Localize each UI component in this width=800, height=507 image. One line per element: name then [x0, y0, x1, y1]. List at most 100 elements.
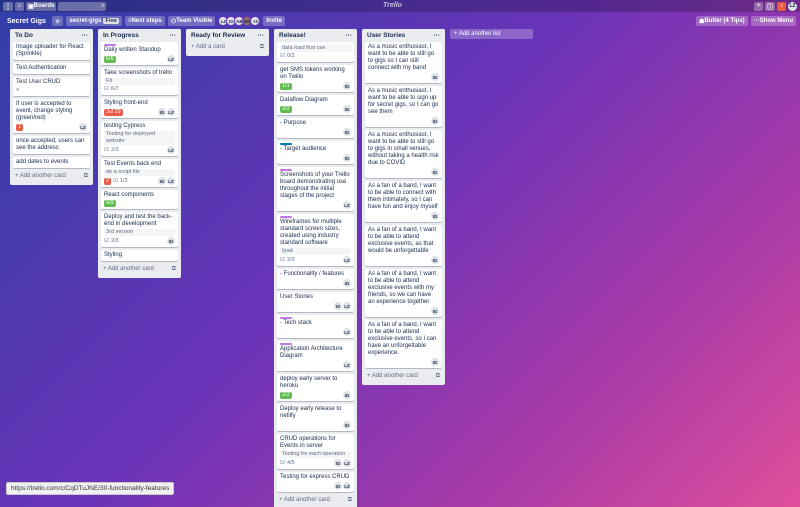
- card-label[interactable]: [280, 169, 292, 171]
- apps-icon[interactable]: ⋮: [3, 1, 13, 11]
- card[interactable]: once accepted, users can see the address: [13, 136, 90, 154]
- star-icon[interactable]: ☆: [51, 16, 64, 26]
- template-icon[interactable]: ⧉: [436, 373, 440, 380]
- card[interactable]: Daily written Standup 6/6 LZ: [101, 42, 178, 65]
- show-menu-button[interactable]: ··· Show Menu: [750, 16, 796, 26]
- avatar[interactable]: IG: [158, 108, 166, 116]
- avatar[interactable]: LZ: [343, 328, 351, 336]
- template-icon[interactable]: ⧉: [260, 44, 264, 51]
- template-icon[interactable]: ⧉: [348, 497, 352, 504]
- avatar[interactable]: IG: [431, 117, 439, 125]
- card[interactable]: React components 9/9: [101, 190, 178, 209]
- avatar[interactable]: LZ: [343, 482, 351, 490]
- card[interactable]: CRUD operations for Events in server Test…: [277, 434, 354, 469]
- trello-logo[interactable]: Trello: [383, 2, 402, 9]
- avatar[interactable]: LZ: [343, 256, 351, 264]
- avatar[interactable]: IG: [431, 212, 439, 220]
- card[interactable]: - Purpose IG: [277, 118, 354, 138]
- card-label[interactable]: [280, 343, 292, 345]
- card-label[interactable]: [280, 143, 292, 145]
- list-header[interactable]: User Stories ···: [365, 31, 442, 42]
- card[interactable]: As a music enthusiast, I want to be able…: [365, 42, 442, 83]
- card[interactable]: Testing for express CRUD IG LZ: [277, 472, 354, 492]
- add-icon[interactable]: +: [753, 1, 763, 11]
- avatar[interactable]: LZ: [343, 302, 351, 310]
- avatar[interactable]: IG: [343, 82, 351, 90]
- card[interactable]: As a fan of a band, I want to be able to…: [365, 269, 442, 317]
- add-card-button[interactable]: + Add another card ⧉: [13, 171, 90, 182]
- search-input[interactable]: ⌕: [58, 1, 107, 11]
- template-icon[interactable]: ⧉: [172, 266, 176, 273]
- avatar[interactable]: IG: [343, 421, 351, 429]
- avatar[interactable]: LZ: [167, 177, 175, 185]
- more-icon[interactable]: ···: [346, 32, 353, 39]
- avatar[interactable]: LZ: [167, 146, 175, 154]
- avatar[interactable]: LZ: [167, 108, 175, 116]
- info-icon[interactable]: ⓘ: [764, 1, 775, 11]
- home-icon[interactable]: ⌂: [15, 1, 24, 11]
- list-header[interactable]: Ready for Review ···: [189, 31, 266, 42]
- visibility-button[interactable]: ⚇ Team Visible: [167, 16, 216, 26]
- bell-icon[interactable]: ♪: [777, 1, 786, 11]
- card[interactable]: Test Events back end do a script file 2 ☑ 1/…: [101, 159, 178, 187]
- card[interactable]: As a fan of a band, I want to be able to…: [365, 181, 442, 222]
- list-title[interactable]: To Do: [15, 32, 33, 39]
- avatar[interactable]: IG: [158, 177, 166, 185]
- card[interactable]: As a fan of a band, I want to be able to…: [365, 320, 442, 368]
- card[interactable]: If user is accepted to event, change sty…: [13, 99, 90, 133]
- card[interactable]: Test User CRUD ≡: [13, 77, 90, 96]
- card[interactable]: As a fan of a band, I want to be able to…: [365, 225, 442, 266]
- add-card-button[interactable]: + Add another card ⧉: [365, 371, 442, 382]
- card[interactable]: Application Architecture Diagram LZ: [277, 341, 354, 371]
- avatar[interactable]: IG: [343, 105, 351, 113]
- avatar[interactable]: LZ: [343, 361, 351, 369]
- card[interactable]: Test Authentication: [13, 63, 90, 74]
- card[interactable]: As a music enthusiast, I want to be able…: [365, 86, 442, 127]
- avatar[interactable]: LZ: [167, 55, 175, 63]
- card[interactable]: Screenshots of your Trello board demonst…: [277, 167, 354, 211]
- avatar[interactable]: IG: [431, 256, 439, 264]
- more-icon[interactable]: ···: [258, 32, 265, 39]
- more-members[interactable]: +2: [250, 16, 261, 26]
- avatar[interactable]: LZ: [343, 201, 351, 209]
- avatar[interactable]: LZ: [343, 459, 351, 467]
- add-card-button[interactable]: + Add a card ⧉: [189, 42, 266, 53]
- invite-button[interactable]: Invite: [263, 16, 286, 26]
- avatar[interactable]: IG: [334, 302, 342, 310]
- avatar[interactable]: IG: [334, 459, 342, 467]
- card[interactable]: data load first use ☑ 0/2: [277, 42, 354, 62]
- list-header[interactable]: Release! ···: [277, 31, 354, 42]
- avatar[interactable]: IG: [343, 391, 351, 399]
- butler-button[interactable]: ☗ Butler (4 Tips): [696, 16, 748, 26]
- card[interactable]: - Tech stack LZ: [277, 315, 354, 338]
- card[interactable]: get SMS tokens working on Twilio 1/1 IG: [277, 65, 354, 92]
- user-avatar[interactable]: LZ: [788, 1, 797, 11]
- more-icon[interactable]: ···: [82, 32, 89, 39]
- avatar[interactable]: IG: [431, 168, 439, 176]
- avatar[interactable]: LZ: [79, 123, 87, 131]
- avatar[interactable]: IG: [343, 279, 351, 287]
- card[interactable]: Styling front-end Jul 29 IG LZ: [101, 98, 178, 118]
- card[interactable]: Deploy and test the back-end in developm…: [101, 212, 178, 247]
- avatar[interactable]: IG: [334, 482, 342, 490]
- avatar[interactable]: IG: [167, 237, 175, 245]
- card[interactable]: Styling: [101, 250, 178, 261]
- card[interactable]: As a music enthusiast, I want to be able…: [365, 130, 442, 178]
- card[interactable]: Image uploader for React (Sprinkle): [13, 42, 90, 60]
- card-label[interactable]: [104, 44, 116, 46]
- list-title[interactable]: Ready for Review: [191, 32, 245, 39]
- add-card-button[interactable]: + Add another card ⧉: [277, 495, 354, 506]
- list-title[interactable]: In Progress: [103, 32, 139, 39]
- list-title[interactable]: User Stories: [367, 32, 405, 39]
- board-title[interactable]: Secret Gigs: [4, 18, 49, 25]
- boards-button[interactable]: ▣ Boards: [26, 1, 57, 11]
- add-card-button[interactable]: + Add another card ⧉: [101, 264, 178, 275]
- card[interactable]: Deploy early release to netlify IG: [277, 404, 354, 431]
- next-steps-button[interactable]: ≡ Next steps: [124, 16, 165, 26]
- card[interactable]: add dates to events: [13, 157, 90, 168]
- card[interactable]: - Target audience IG: [277, 141, 354, 164]
- card[interactable]: Wireframes for multiple standard screen …: [277, 214, 354, 266]
- list-header[interactable]: In Progress ···: [101, 31, 178, 42]
- more-icon[interactable]: ···: [434, 32, 441, 39]
- card[interactable]: testing Cypress Testing for deployed webs…: [101, 121, 178, 156]
